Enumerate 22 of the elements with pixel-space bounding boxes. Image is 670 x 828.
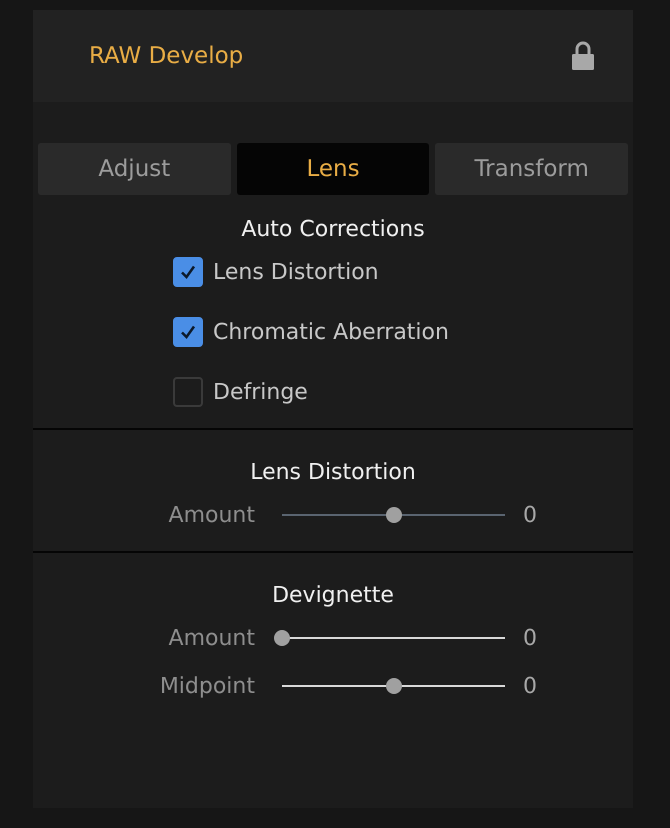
- checkbox[interactable]: [173, 377, 203, 407]
- section-title: Devignette: [271, 583, 395, 608]
- slider-label: Midpoint: [158, 674, 255, 698]
- checkbox-label: Defringe: [213, 380, 308, 404]
- tab[interactable]: Adjust: [38, 143, 231, 195]
- section-title: Auto Corrections: [240, 217, 426, 242]
- slider-label: Amount: [168, 502, 255, 528]
- slider-thumb[interactable]: [274, 630, 290, 646]
- lock-icon[interactable]: [571, 41, 595, 71]
- slider-value: 0: [523, 626, 537, 650]
- tab[interactable]: Transform: [435, 143, 628, 195]
- checkbox-label: Chromatic Aberration: [213, 320, 449, 344]
- tab[interactable]: Lens: [236, 143, 430, 195]
- panel-title: RAW Develop: [89, 43, 244, 69]
- section-title: Lens Distortion: [249, 460, 417, 485]
- slider-thumb[interactable]: [386, 678, 402, 694]
- checkbox[interactable]: [173, 257, 203, 287]
- slider-value: 0: [523, 674, 537, 698]
- checkbox-label: Lens Distortion: [213, 260, 379, 284]
- checkbox[interactable]: [173, 317, 203, 347]
- slider-label: Amount: [168, 626, 255, 650]
- slider-value: 0: [523, 502, 537, 528]
